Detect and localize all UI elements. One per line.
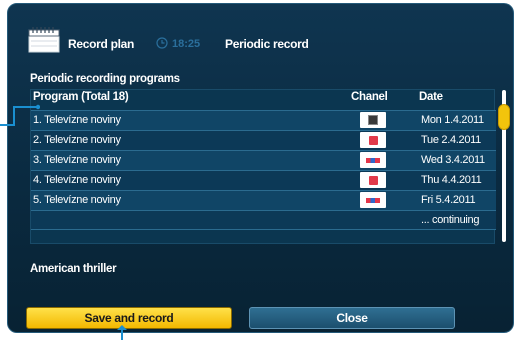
focus-pointer-icon [0,104,40,126]
dialog-title: Record plan [68,37,135,51]
table-row-continuing: ... continuing [31,210,496,230]
continuing-label: ... continuing [421,214,480,226]
program-name: 2. Televízne noviny [33,134,121,146]
programs-table: Program (Total 18) Chanel Date 1. Televí… [30,89,496,244]
column-header-program: Program (Total 18) [33,91,129,103]
channel-logo-icon [360,112,386,128]
header-time: 18:25 [172,38,201,50]
program-name: 1. Televízne noviny [33,114,121,126]
scrollbar-thumb[interactable] [498,104,510,130]
program-date: Fri 5.4.2011 [421,194,476,206]
program-date: Thu 4.4.2011 [421,174,482,186]
program-name: 3. Televízne noviny [33,154,121,166]
table-row[interactable]: 5. Televízne noviny Fri 5.4.2011 [31,190,496,210]
button-pointer-icon [117,325,127,340]
program-name: 4. Televízne noviny [33,174,121,186]
dialog-header: Record plan 18:25 Periodic record [28,27,498,56]
program-description: American thriller [30,263,117,275]
channel-logo-icon [360,132,386,148]
close-button[interactable]: Close [249,307,455,329]
table-row[interactable]: 1. Televízne noviny Mon 1.4.2011 [31,110,496,130]
record-mode-label: Periodic record [225,37,309,51]
table-row[interactable]: 4. Televízne noviny Thu 4.4.2011 [31,170,496,190]
table-row[interactable]: 3. Televízne noviny Wed 3.4.2011 [31,150,496,170]
program-name: 5. Televízne noviny [33,194,121,206]
clock-icon [156,37,168,49]
calendar-icon [28,27,60,53]
column-header-date: Date [419,91,443,103]
program-date: Wed 3.4.2011 [421,154,485,166]
section-title: Periodic recording programs [30,73,180,85]
save-and-record-button[interactable]: Save and record [26,307,232,329]
column-header-chanel: Chanel [351,91,388,103]
channel-logo-icon [360,192,386,208]
program-date: Tue 2.4.2011 [421,134,482,146]
table-row[interactable]: 2. Televízne noviny Tue 2.4.2011 [31,130,496,150]
table-rows: 1. Televízne noviny Mon 1.4.2011 2. Tele… [31,110,496,230]
program-date: Mon 1.4.2011 [421,114,484,126]
channel-logo-icon [360,172,386,188]
channel-logo-icon [360,152,386,168]
record-plan-dialog: Record plan 18:25 Periodic record Period… [7,3,514,333]
